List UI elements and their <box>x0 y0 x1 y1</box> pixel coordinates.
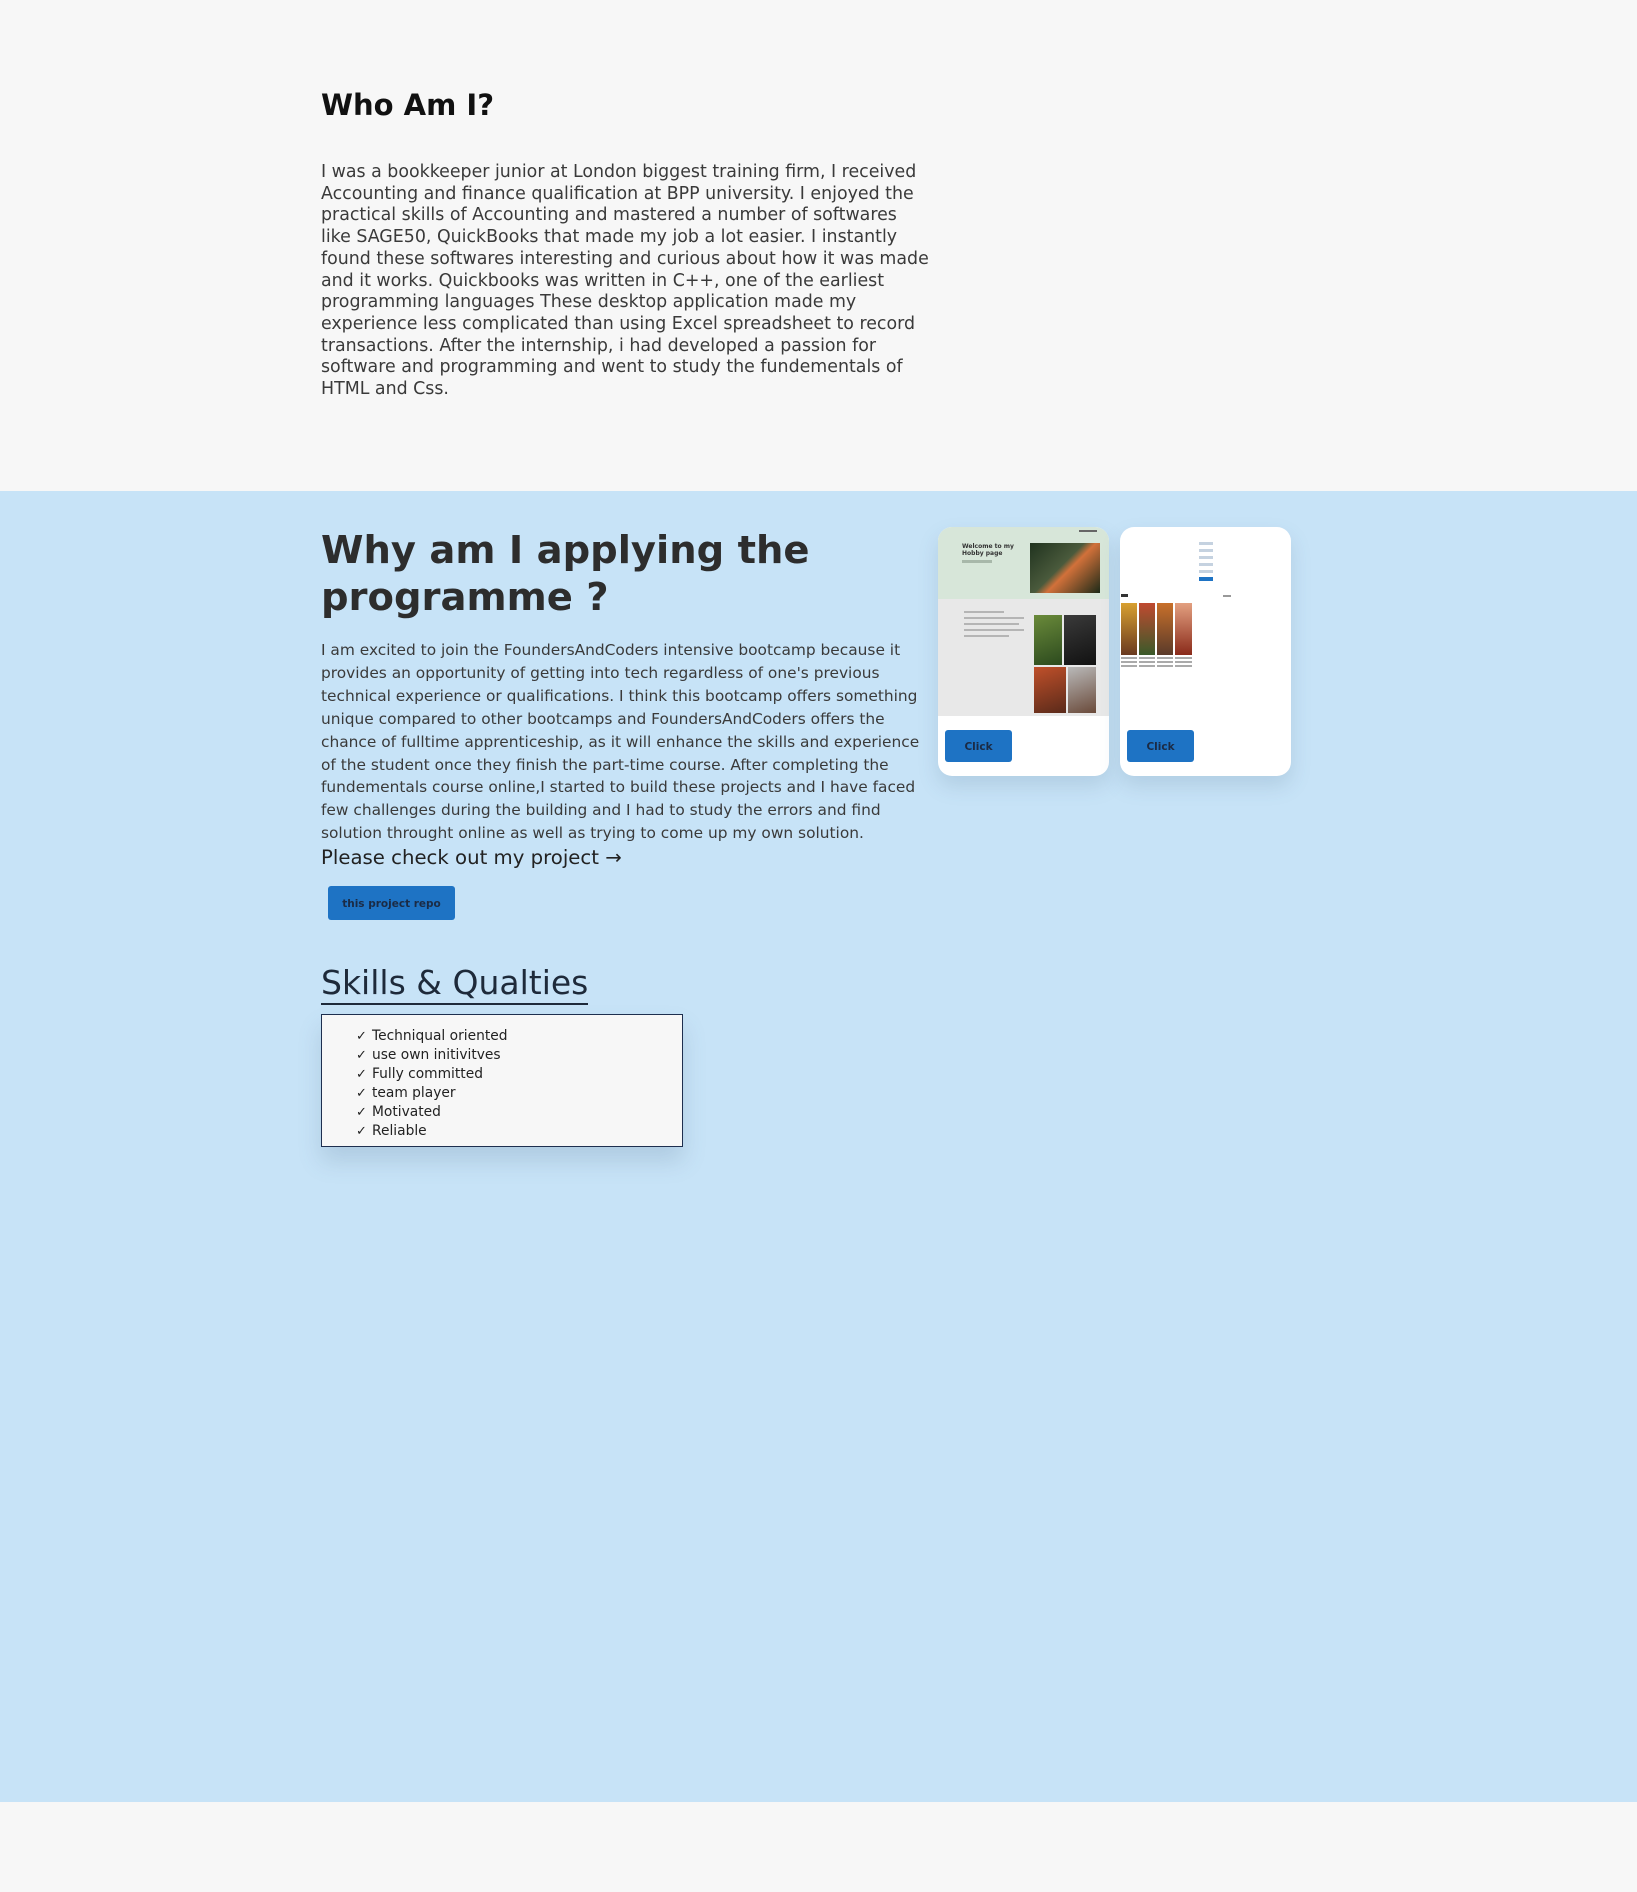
project-thumbnail-hobby[interactable]: Welcome to my Hobby page <box>938 527 1109 716</box>
about-section: Who Am I? I was a bookkeeper junior at L… <box>0 0 1637 491</box>
check-icon: ✓ <box>356 1086 367 1102</box>
check-icon: ✓ <box>356 1048 367 1064</box>
skill-label: Motivated <box>372 1104 441 1121</box>
skill-item: ✓ Motivated <box>356 1103 682 1122</box>
skill-label: Reliable <box>372 1123 427 1140</box>
check-icon: ✓ <box>356 1124 367 1140</box>
thumbnail-title: Welcome to my Hobby page <box>962 543 1014 557</box>
gallery-image <box>1034 667 1066 713</box>
skill-item: ✓ Techniqual oriented <box>356 1027 682 1046</box>
skill-label: Techniqual oriented <box>372 1028 508 1044</box>
project-card-hobby: Welcome to my Hobby page Click <box>938 527 1109 776</box>
image-caption <box>1121 657 1137 667</box>
thumbnail-nav <box>1079 530 1097 532</box>
check-icon: ✓ <box>356 1067 367 1083</box>
image-caption <box>1157 657 1173 667</box>
gallery-image <box>1139 603 1155 655</box>
skill-item: ✓ use own initivitves <box>356 1046 682 1065</box>
skills-list: ✓ Techniqual oriented ✓ use own initivitve… <box>322 1015 682 1142</box>
skill-label: Fully committed <box>372 1066 483 1083</box>
skill-label: team player <box>372 1085 456 1102</box>
gallery-image <box>1157 603 1173 655</box>
thumbnail-label <box>1223 595 1231 597</box>
about-heading: Who Am I? <box>321 88 495 122</box>
gallery-image <box>1064 615 1096 665</box>
check-icon: ✓ <box>356 1029 367 1044</box>
thumbnail-form <box>1199 542 1213 590</box>
gallery-image <box>1121 603 1137 655</box>
skill-item: ✓ team player <box>356 1084 682 1103</box>
why-heading: Why am I applying the programme ? <box>321 528 810 620</box>
footer-band <box>0 1802 1637 1892</box>
why-section: Why am I applying the programme ? I am e… <box>0 491 1637 1802</box>
about-paragraph: I was a bookkeeper junior at London bigg… <box>321 162 929 400</box>
check-out-text: Please check out my project → <box>321 846 622 869</box>
skill-item: ✓ Reliable <box>356 1122 682 1141</box>
thumbnail-label <box>1121 594 1128 597</box>
project-thumbnail-second[interactable] <box>1120 527 1291 716</box>
thumbnail-text-block <box>964 611 1024 651</box>
gallery-image <box>1175 603 1192 655</box>
why-paragraph: I am excited to join the FoundersAndCode… <box>321 641 920 843</box>
image-caption <box>1139 657 1155 667</box>
thumbnail-hero-image <box>1030 543 1100 593</box>
project-click-button[interactable]: Click <box>1127 730 1194 762</box>
skills-title: Skills & Qualties <box>321 963 589 1005</box>
check-icon: ✓ <box>356 1105 367 1121</box>
skills-list-box: ✓ Techniqual oriented ✓ use own initivitve… <box>321 1014 683 1147</box>
gallery-image <box>1068 667 1096 713</box>
skill-label: use own initivitves <box>372 1047 501 1064</box>
project-repo-button[interactable]: this project repo <box>328 886 455 920</box>
project-card-second: Click <box>1120 527 1291 776</box>
thumbnail-subtitle-line <box>962 560 992 563</box>
image-caption <box>1175 657 1192 667</box>
project-click-button[interactable]: Click <box>945 730 1012 762</box>
skill-item: ✓ Fully committed <box>356 1065 682 1084</box>
gallery-image <box>1034 615 1062 665</box>
thumbnail-gallery <box>938 599 1109 716</box>
